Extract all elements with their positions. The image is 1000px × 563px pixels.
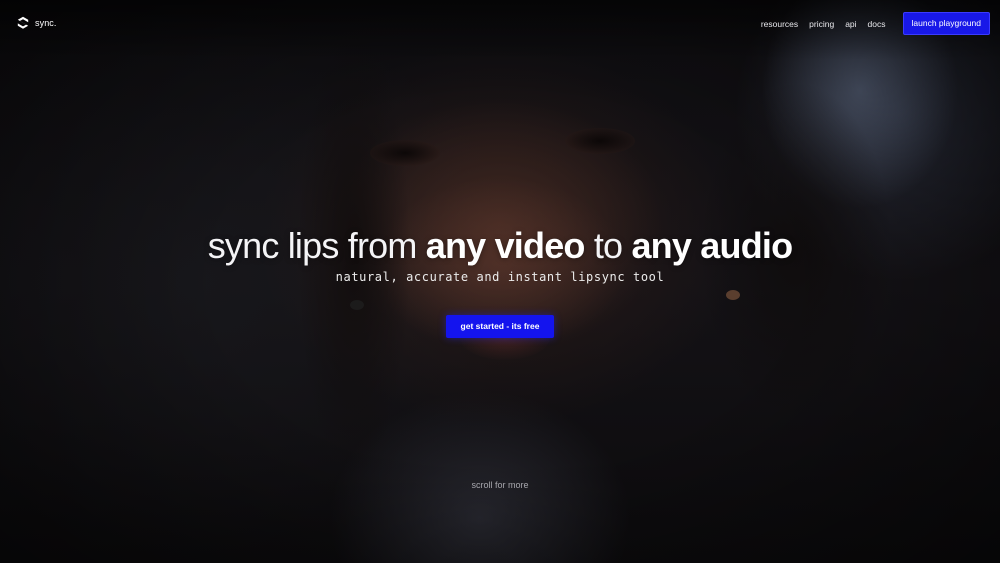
logo-text: sync. [35, 18, 57, 28]
sync-logo-icon [17, 16, 29, 29]
nav-docs[interactable]: docs [868, 19, 886, 29]
hero-subtitle: natural, accurate and instant lipsync to… [335, 270, 665, 284]
hero-headline: sync lips from any video to any audio [0, 222, 1000, 270]
get-started-button[interactable]: get started - its free [446, 315, 554, 338]
landing-page: sync. resources pricing api docs launch … [0, 0, 1000, 563]
main-nav: resources pricing api docs launch playgr… [761, 12, 990, 35]
nav-api[interactable]: api [845, 19, 856, 29]
headline-part-3: to [584, 225, 632, 266]
hero-section: sync lips from any video to any audio na… [0, 222, 1000, 284]
headline-part-1: sync lips from [207, 225, 426, 266]
nav-resources[interactable]: resources [761, 19, 798, 29]
nav-pricing[interactable]: pricing [809, 19, 834, 29]
headline-part-2: any video [425, 225, 586, 266]
scroll-hint[interactable]: scroll for more [0, 480, 1000, 490]
headline-part-4: any audio [631, 225, 793, 266]
launch-playground-button[interactable]: launch playground [902, 12, 990, 35]
site-header: sync. resources pricing api docs launch … [0, 0, 1000, 46]
logo-link[interactable]: sync. [17, 16, 57, 30]
